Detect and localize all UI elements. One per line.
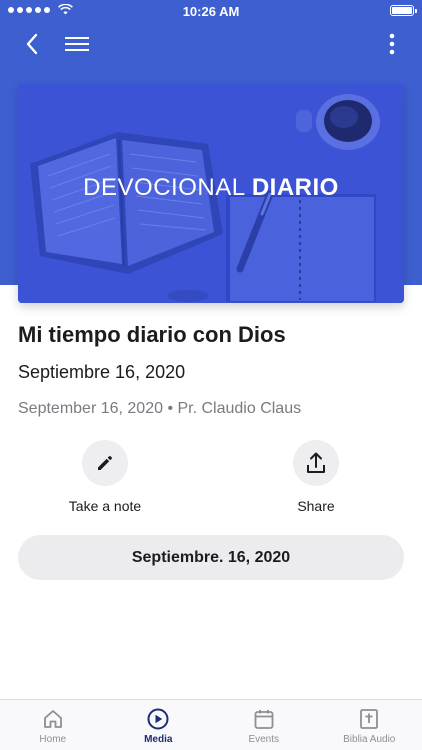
menu-button[interactable] — [60, 28, 94, 60]
take-note-action[interactable]: Take a note — [45, 440, 165, 514]
chevron-left-icon — [26, 33, 38, 55]
tab-media-label: Media — [144, 734, 173, 745]
share-action[interactable]: Share — [256, 440, 376, 514]
pencil-icon — [98, 456, 112, 470]
nav-bar — [0, 22, 422, 66]
play-circle-icon — [147, 708, 169, 730]
share-button[interactable] — [293, 440, 339, 486]
banner-title-bold: DIARIO — [251, 174, 339, 201]
home-icon — [43, 710, 62, 728]
vertical-dots-icon — [389, 33, 395, 55]
tab-bar: Home Media Events Biblia Audio — [0, 699, 422, 750]
calendar-icon — [254, 710, 274, 729]
share-label: Share — [297, 498, 335, 514]
tab-events-label: Events — [248, 734, 280, 745]
battery-icon — [390, 5, 417, 16]
status-bar: 10:26 AM — [0, 0, 422, 22]
meta-info: September 16, 2020 • Pr. Claudio Claus — [18, 400, 302, 417]
banner-title: DEVOCIONAL DIARIO — [18, 174, 404, 202]
status-time: 10:26 AM — [182, 4, 240, 19]
hamburger-menu-icon — [65, 37, 89, 51]
date-button[interactable]: Septiembre. 16, 2020 — [18, 535, 404, 580]
page-title: Mi tiempo diario con Dios — [18, 322, 286, 347]
banner-title-light: DEVOCIONAL — [83, 174, 245, 201]
tab-home[interactable]: Home — [0, 700, 106, 750]
share-upload-icon — [307, 452, 325, 473]
tab-biblia-audio[interactable]: Biblia Audio — [317, 700, 422, 750]
content-section: Mi tiempo diario con Dios Septiembre 16,… — [18, 322, 404, 422]
devotional-banner: DEVOCIONAL DIARIO — [18, 84, 404, 303]
tab-media[interactable]: Media — [106, 700, 212, 750]
tab-biblia-audio-label: Biblia Audio — [343, 734, 396, 745]
take-note-label: Take a note — [68, 498, 142, 514]
tab-home-label: Home — [39, 734, 67, 745]
take-note-button[interactable] — [82, 440, 128, 486]
tab-events[interactable]: Events — [211, 700, 317, 750]
bible-icon — [360, 709, 379, 729]
more-options-button[interactable] — [380, 28, 404, 60]
back-button[interactable] — [16, 28, 48, 60]
subtitle-date: Septiembre 16, 2020 — [18, 362, 186, 382]
